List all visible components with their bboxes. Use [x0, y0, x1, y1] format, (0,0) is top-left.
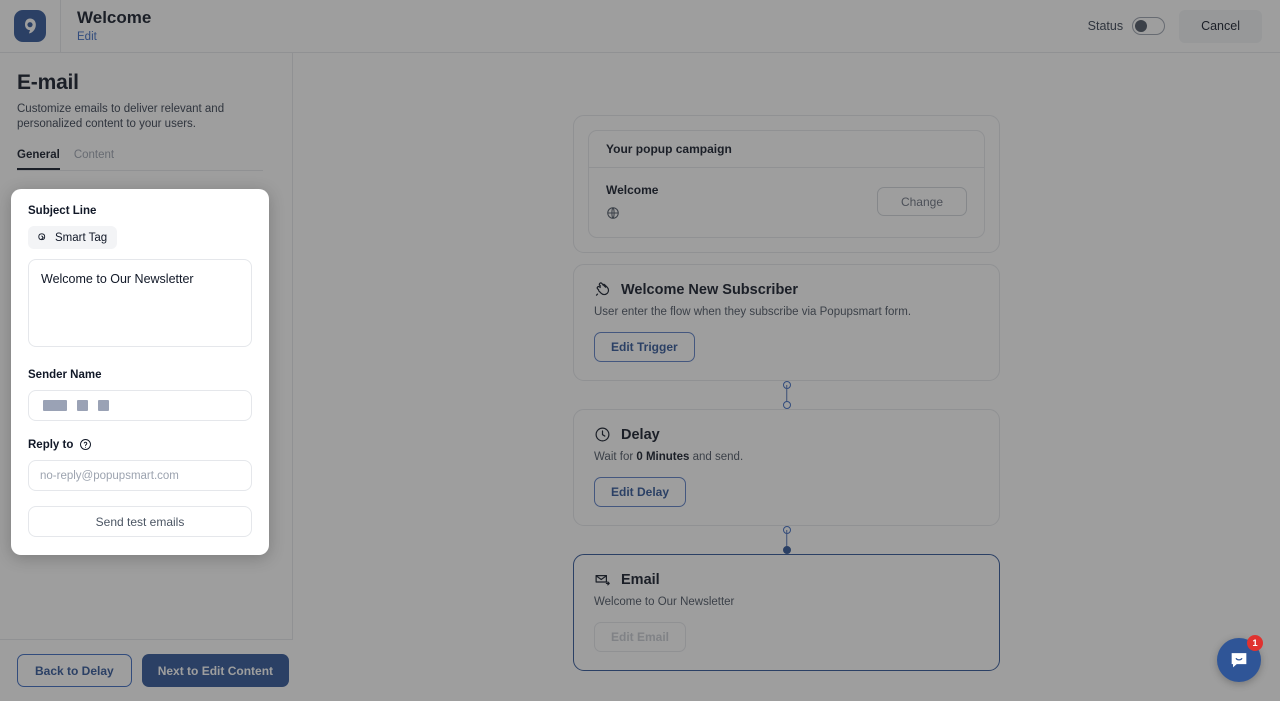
app-root: Welcome Edit Status Cancel E-mail Custom…	[0, 0, 1280, 701]
change-campaign-button[interactable]: Change	[876, 187, 967, 216]
mail-icon	[595, 575, 610, 586]
delay-subtitle-prefix: Wait for	[594, 451, 637, 463]
panel-title: E-mail	[17, 71, 79, 94]
edit-trigger-button[interactable]: Edit Trigger	[594, 332, 695, 362]
cancel-button[interactable]: Cancel	[1179, 9, 1262, 43]
edit-link[interactable]: Edit	[77, 29, 151, 45]
chat-widget-button[interactable]: 1	[1217, 635, 1263, 682]
campaign-card-body: Welcome Change	[589, 168, 984, 237]
connector-dot-bottom-active	[782, 546, 791, 554]
edit-email-button: Edit Email	[594, 622, 687, 652]
code-braces-icon	[38, 233, 46, 241]
panel-tabs: General Content	[17, 149, 263, 171]
delay-node-title-row: Delay	[594, 426, 979, 443]
flow-column: Your popup campaign Welcome Change Welco…	[573, 115, 1000, 671]
campaign-inner-card: Your popup campaign Welcome Change	[588, 130, 985, 238]
campaign-card-header: Your popup campaign	[589, 131, 984, 168]
sender-name-label: Sender Name	[28, 369, 102, 381]
tab-content[interactable]: Content	[74, 149, 114, 170]
smart-tag-label: Smart Tag	[55, 231, 108, 244]
delay-node-subtitle: Wait for 0 Minutes and send.	[594, 451, 979, 463]
email-settings-form-card: Subject Line Smart Tag Sender Name Reply…	[11, 189, 269, 555]
top-bar-actions: Status Cancel	[1088, 0, 1280, 53]
clock-icon	[595, 427, 610, 442]
chat-unread-badge: 1	[1247, 635, 1263, 651]
status-label: Status	[1087, 19, 1124, 33]
toggle-knob	[1135, 20, 1148, 32]
connector-dot-bottom	[782, 401, 791, 409]
redacted-block	[98, 400, 109, 411]
globe-icon	[607, 207, 619, 219]
page-title: Welcome	[77, 7, 152, 27]
trigger-node[interactable]: Welcome New Subscriber User enter the fl…	[573, 264, 1000, 381]
reply-to-label: Reply to	[28, 438, 74, 451]
edit-delay-button[interactable]: Edit Delay	[594, 477, 687, 507]
reply-to-label-row: Reply to	[28, 438, 252, 451]
redacted-block	[43, 400, 67, 411]
reply-to-input[interactable]	[28, 460, 252, 491]
trigger-node-title-row: Welcome New Subscriber	[594, 281, 979, 298]
delay-node-title: Delay	[621, 426, 660, 443]
delay-subtitle-suffix: and send.	[689, 451, 744, 463]
delay-node[interactable]: Delay Wait for 0 Minutes and send. Edit …	[573, 409, 1000, 526]
email-node[interactable]: Email Welcome to Our Newsletter Edit Ema…	[573, 554, 1000, 671]
subject-line-label: Subject Line	[28, 205, 97, 217]
chat-bubble-icon	[1231, 653, 1247, 668]
top-bar: Welcome Edit Status Cancel	[0, 0, 1280, 53]
help-circle-icon[interactable]	[79, 438, 92, 451]
email-node-title-row: Email	[594, 571, 979, 588]
redacted-block	[77, 400, 88, 411]
status-toggle[interactable]	[1132, 17, 1166, 35]
campaign-info: Welcome	[606, 183, 658, 220]
next-to-edit-content-button[interactable]: Next to Edit Content	[141, 654, 290, 687]
send-test-emails-button[interactable]: Send test emails	[28, 506, 252, 537]
panel-description: Customize emails to deliver relevant and…	[17, 103, 225, 130]
header-title-block: Welcome Edit	[77, 8, 151, 45]
subject-line-textarea[interactable]	[28, 259, 252, 347]
campaign-name: Welcome	[606, 183, 659, 197]
sender-name-input[interactable]	[28, 390, 252, 421]
flow-connector-2	[573, 526, 1000, 554]
email-node-subtitle: Welcome to Our Newsletter	[594, 596, 735, 608]
back-to-delay-button[interactable]: Back to Delay	[17, 654, 132, 687]
logo-glyph	[25, 18, 36, 34]
panel-footer: Back to Delay Next to Edit Content	[0, 639, 293, 701]
delay-duration: 0 Minutes	[636, 451, 690, 463]
status-toggle-group: Status	[1088, 17, 1179, 35]
logo-container	[0, 0, 61, 53]
trigger-node-subtitle: User enter the flow when they subscribe …	[594, 306, 912, 318]
popup-campaign-node: Your popup campaign Welcome Change	[573, 115, 1000, 253]
trigger-node-title: Welcome New Subscriber	[621, 281, 799, 298]
email-node-title: Email	[621, 571, 660, 588]
panel-header: E-mail Customize emails to deliver relev…	[0, 53, 292, 171]
smart-tag-button[interactable]: Smart Tag	[28, 226, 118, 249]
wave-hand-icon	[595, 282, 610, 296]
tab-general[interactable]: General	[17, 149, 60, 170]
flow-canvas: Your popup campaign Welcome Change Welco…	[293, 53, 1280, 701]
popupsmart-logo-icon[interactable]	[14, 10, 46, 42]
flow-connector-1	[573, 381, 1000, 409]
